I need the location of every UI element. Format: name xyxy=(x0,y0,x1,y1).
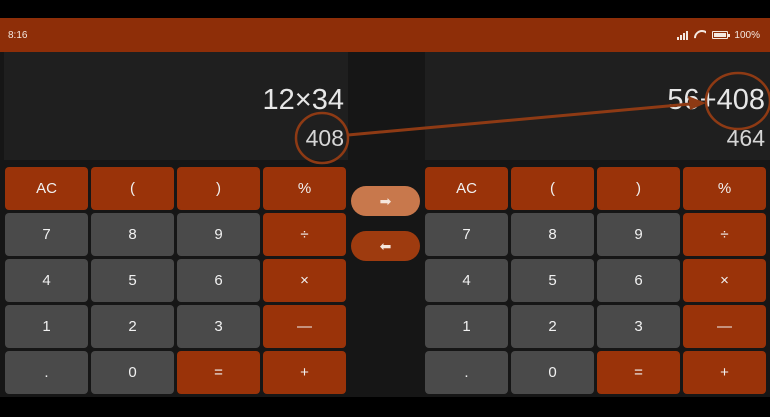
left-key-3[interactable]: 3 xyxy=(177,305,260,348)
dual-calculator: 12×34 408 56+408 464 AC ( ) % 7 8 9 ÷ 4 … xyxy=(0,52,770,397)
left-key-decimal[interactable]: . xyxy=(5,351,88,394)
left-key-equals[interactable]: = xyxy=(177,351,260,394)
right-key-8[interactable]: 8 xyxy=(511,213,594,256)
right-key-5[interactable]: 5 xyxy=(511,259,594,302)
right-key-divide[interactable]: ÷ xyxy=(683,213,766,256)
right-key-9[interactable]: 9 xyxy=(597,213,680,256)
left-key-8[interactable]: 8 xyxy=(91,213,174,256)
transfer-right-button[interactable]: ➡ xyxy=(351,186,420,216)
left-key-6[interactable]: 6 xyxy=(177,259,260,302)
left-key-9[interactable]: 9 xyxy=(177,213,260,256)
right-key-plus[interactable]: + xyxy=(683,351,766,394)
right-key-7[interactable]: 7 xyxy=(425,213,508,256)
status-bar: 8:16 100% xyxy=(0,18,770,52)
right-key-1[interactable]: 1 xyxy=(425,305,508,348)
left-key-percent[interactable]: % xyxy=(263,167,346,210)
right-result[interactable]: 464 xyxy=(727,124,765,152)
right-key-ac[interactable]: AC xyxy=(425,167,508,210)
right-key-0[interactable]: 0 xyxy=(511,351,594,394)
wifi-icon xyxy=(694,30,706,40)
right-key-close-paren[interactable]: ) xyxy=(597,167,680,210)
left-key-multiply[interactable]: × xyxy=(263,259,346,302)
left-key-open-paren[interactable]: ( xyxy=(91,167,174,210)
right-display: 56+408 464 xyxy=(425,52,770,160)
left-key-divide[interactable]: ÷ xyxy=(263,213,346,256)
signal-icon xyxy=(677,30,689,40)
left-key-plus[interactable]: + xyxy=(263,351,346,394)
right-key-minus[interactable]: — xyxy=(683,305,766,348)
right-key-equals[interactable]: = xyxy=(597,351,680,394)
left-key-5[interactable]: 5 xyxy=(91,259,174,302)
right-key-percent[interactable]: % xyxy=(683,167,766,210)
left-key-ac[interactable]: AC xyxy=(5,167,88,210)
left-display: 12×34 408 xyxy=(4,52,348,160)
left-key-0[interactable]: 0 xyxy=(91,351,174,394)
right-key-multiply[interactable]: × xyxy=(683,259,766,302)
left-result[interactable]: 408 xyxy=(306,124,344,152)
right-keypad: AC ( ) % 7 8 9 ÷ 4 5 6 × 1 2 3 — . 0 = + xyxy=(425,167,766,394)
left-key-1[interactable]: 1 xyxy=(5,305,88,348)
bottom-bar xyxy=(0,397,770,417)
battery-level: 100% xyxy=(734,29,760,41)
left-expression: 12×34 xyxy=(262,84,344,116)
right-expression: 56+408 xyxy=(667,84,765,116)
left-key-2[interactable]: 2 xyxy=(91,305,174,348)
right-key-2[interactable]: 2 xyxy=(511,305,594,348)
right-key-6[interactable]: 6 xyxy=(597,259,680,302)
left-key-7[interactable]: 7 xyxy=(5,213,88,256)
left-keypad: AC ( ) % 7 8 9 ÷ 4 5 6 × 1 2 3 — . 0 = + xyxy=(5,167,346,394)
left-key-minus[interactable]: — xyxy=(263,305,346,348)
status-icons: 100% xyxy=(677,30,760,41)
right-key-4[interactable]: 4 xyxy=(425,259,508,302)
left-key-close-paren[interactable]: ) xyxy=(177,167,260,210)
transfer-left-button[interactable]: ⬅ xyxy=(351,231,420,261)
right-key-3[interactable]: 3 xyxy=(597,305,680,348)
status-time: 8:16 xyxy=(8,29,28,41)
left-key-4[interactable]: 4 xyxy=(5,259,88,302)
right-key-decimal[interactable]: . xyxy=(425,351,508,394)
battery-icon xyxy=(712,31,731,39)
right-key-open-paren[interactable]: ( xyxy=(511,167,594,210)
